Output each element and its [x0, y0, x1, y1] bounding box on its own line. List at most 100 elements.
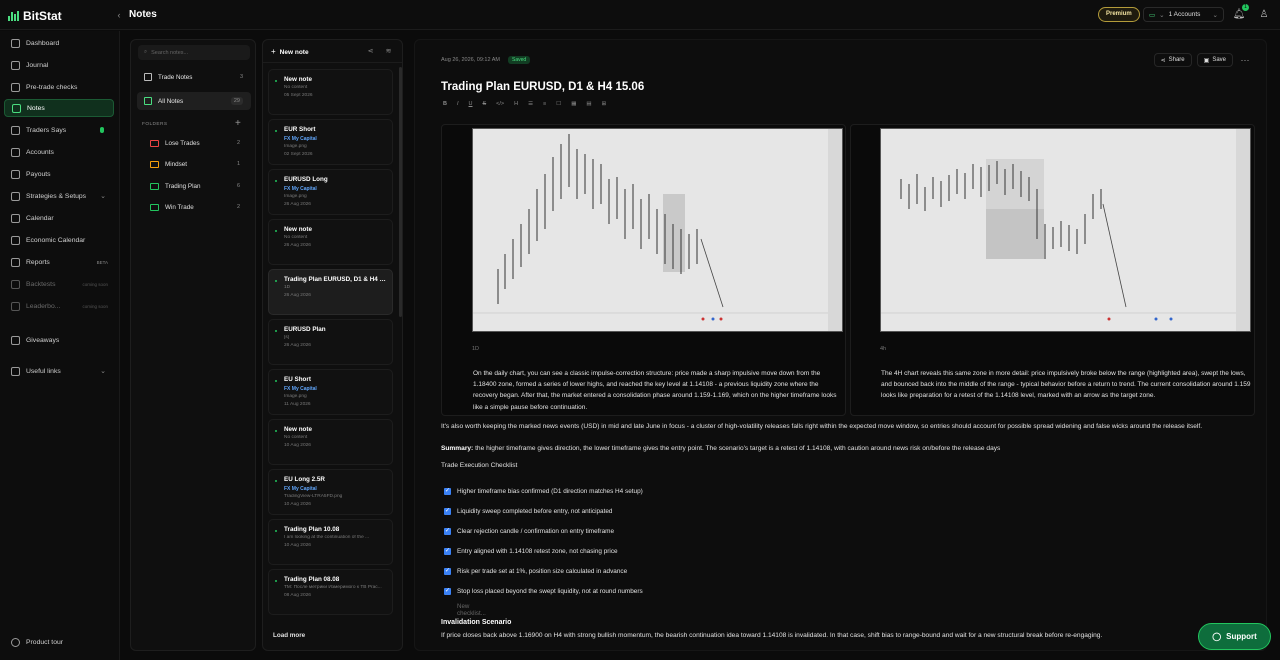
checklist-item-label: Higher timeframe bias confirmed (D1 dire…: [457, 487, 643, 495]
note-date: 05 Sept 2026: [284, 93, 313, 98]
chart-screenshot-4h[interactable]: [880, 128, 1251, 332]
note-card[interactable]: New note No content 10 Aug 2026: [268, 419, 393, 465]
calendar-icon: [11, 213, 20, 223]
note-date: 08 Aug 2026: [284, 593, 311, 598]
note-card[interactable]: New note No content 26 Aug 2026: [268, 219, 393, 265]
sidebar-item-useful-links[interactable]: Useful links ⌄: [4, 362, 114, 380]
folder-mindset[interactable]: Mindset 1: [144, 156, 248, 172]
folder-trading-plan[interactable]: Trading Plan 6: [144, 178, 248, 194]
checklist-item[interactable]: ✓ Stop loss placed beyond the swept liqui…: [444, 585, 864, 597]
bullet-list-icon[interactable]: ☰: [528, 101, 533, 107]
add-folder-icon[interactable]: +: [235, 118, 241, 129]
note-card[interactable]: EU Short FX My Capital Image.png 11 Aug 202…: [268, 369, 393, 415]
note-card[interactable]: EU Long 2.5R FX My Capital TradingView-LTR…: [268, 469, 393, 515]
sidebar-item-calendar[interactable]: Calendar: [4, 209, 114, 227]
sidebar-item-label: Notes: [27, 104, 45, 112]
accounts-selector[interactable]: ▭ ⌄ 1 Accounts ⌄: [1143, 7, 1224, 22]
premium-badge[interactable]: Premium: [1098, 7, 1140, 22]
support-button[interactable]: ◯ Support: [1198, 623, 1271, 650]
folder-label: Win Trade: [165, 203, 194, 211]
note-preview: [s]: [284, 335, 290, 340]
note-preview: No content: [284, 85, 308, 90]
note-card[interactable]: EUR Short FX My Capital Image.png 02 Sept 2…: [268, 119, 393, 165]
search-input[interactable]: ⌕ Search notes...: [138, 45, 250, 60]
strikethrough-icon[interactable]: S: [483, 101, 487, 107]
note-card[interactable]: Trading Plan 08.08 TM: После метрики Изме…: [268, 569, 393, 615]
numbered-list-icon[interactable]: ≡: [543, 101, 546, 107]
image-block-4h: 4h The 4H chart reveals this same zone i…: [850, 124, 1255, 416]
note-card[interactable]: Trading Plan 10.08 I am looking at the co…: [268, 519, 393, 565]
checklist-item[interactable]: ✓ Higher timeframe bias confirmed (D1 dir…: [444, 485, 864, 497]
checklist-item[interactable]: ✓ Risk per trade set at 1%, position size…: [444, 565, 864, 577]
note-indicator: [275, 580, 277, 582]
checkbox-checked-icon[interactable]: ✓: [444, 587, 451, 595]
sidebar-item-reports[interactable]: Reports BETA: [4, 253, 114, 271]
sidebar-item-traders-says[interactable]: Traders Says: [4, 121, 114, 139]
more-options-icon[interactable]: ···: [1238, 55, 1252, 65]
user-icon[interactable]: ♙: [1257, 8, 1271, 22]
folder-win-trade[interactable]: Win Trade 2: [144, 199, 248, 215]
checkbox-checked-icon[interactable]: ✓: [444, 507, 451, 515]
sidebar: Dashboard Journal Pre-trade checks Notes…: [0, 31, 120, 660]
trade-notes-filter[interactable]: Trade Notes 3: [137, 68, 251, 86]
sidebar-item-label: Pre-trade checks: [26, 83, 78, 91]
load-more-button[interactable]: Load more: [273, 632, 305, 639]
new-checklist-input[interactable]: New checklist...: [457, 603, 486, 617]
highlight-icon[interactable]: H: [514, 101, 518, 107]
checkbox-checked-icon[interactable]: ✓: [444, 547, 451, 555]
layers-icon[interactable]: ≋: [384, 47, 393, 56]
note-indicator: [275, 430, 277, 432]
note-title-heading[interactable]: Trading Plan EURUSD, D1 & H4 15.06: [441, 81, 644, 93]
sidebar-item-notes[interactable]: Notes: [4, 99, 114, 117]
sidebar-item-payouts[interactable]: Payouts: [4, 165, 114, 183]
note-account: FX My Capital: [284, 386, 317, 392]
bold-icon[interactable]: B: [443, 101, 447, 107]
chevron-down-icon: ⌄: [1159, 11, 1165, 19]
folder-icon: [150, 139, 159, 147]
checkbox-checked-icon[interactable]: ✓: [444, 527, 451, 535]
image-icon[interactable]: ▦: [571, 101, 576, 107]
product-tour-link[interactable]: Product tour: [4, 634, 114, 650]
sidebar-item-label: Accounts: [26, 148, 54, 156]
code-icon[interactable]: </>: [496, 101, 504, 107]
logo[interactable]: BitStat: [8, 9, 62, 23]
embed-icon[interactable]: ⊞: [602, 101, 607, 107]
table-icon[interactable]: ▤: [586, 101, 591, 107]
support-label: Support: [1226, 632, 1257, 641]
all-notes-filter[interactable]: All Notes 29: [137, 92, 251, 110]
share-button[interactable]: ⋖ Share: [1153, 53, 1192, 67]
dollar-icon: [11, 169, 20, 179]
folder-icon: [150, 182, 159, 190]
note-card[interactable]: New note No content 05 Sept 2026: [268, 69, 393, 115]
save-button[interactable]: ▣ Save: [1196, 53, 1233, 67]
sidebar-item-giveaways[interactable]: Giveaways: [4, 331, 114, 349]
sidebar-item-dashboard[interactable]: Dashboard: [4, 34, 114, 52]
sidebar-item-strategies[interactable]: Strategies & Setups ⌄: [4, 187, 114, 205]
collapse-sidebar-icon[interactable]: ‹: [113, 9, 125, 21]
new-note-button[interactable]: + New note: [271, 47, 309, 56]
sidebar-item-accounts[interactable]: Accounts: [4, 143, 114, 161]
share-icon[interactable]: ⋖: [366, 47, 375, 56]
share-icon: ⋖: [1160, 57, 1166, 64]
notes-scrollbar[interactable]: [399, 67, 402, 317]
checklist-item[interactable]: ✓ Entry aligned with 1.14108 retest zone,…: [444, 545, 864, 557]
checklist-item[interactable]: ✓ Clear rejection candle / confirmation o…: [444, 525, 864, 537]
note-card[interactable]: EURUSD Plan [s] 26 Aug 2026: [268, 319, 393, 365]
note-card[interactable]: EURUSD Long FX My Capital Image.png 26 Aug …: [268, 169, 393, 215]
italic-icon[interactable]: I: [457, 101, 459, 107]
checkbox-checked-icon[interactable]: ✓: [444, 567, 451, 575]
sidebar-item-pre-trade-checks[interactable]: Pre-trade checks: [4, 78, 114, 96]
sidebar-item-journal[interactable]: Journal: [4, 56, 114, 74]
checkbox-icon[interactable]: ☐: [556, 101, 561, 107]
checkbox-checked-icon[interactable]: ✓: [444, 487, 451, 495]
chat-bubble-icon: ◯: [1212, 632, 1222, 641]
note-title: New note: [284, 76, 312, 83]
image-description: On the daily chart, you can see a classi…: [473, 370, 837, 411]
folder-lose-trades[interactable]: Lose Trades 2: [144, 135, 248, 151]
note-card-selected[interactable]: Trading Plan EURUSD, D1 & H4 15.06 1D 26 A…: [268, 269, 393, 315]
underline-icon[interactable]: U: [469, 101, 473, 107]
checklist-icon: [11, 82, 20, 92]
checklist-item[interactable]: ✓ Liquidity sweep completed before entry,…: [444, 505, 864, 517]
chart-screenshot-daily[interactable]: [472, 128, 843, 332]
sidebar-item-economic-calendar[interactable]: Economic Calendar: [4, 231, 114, 249]
